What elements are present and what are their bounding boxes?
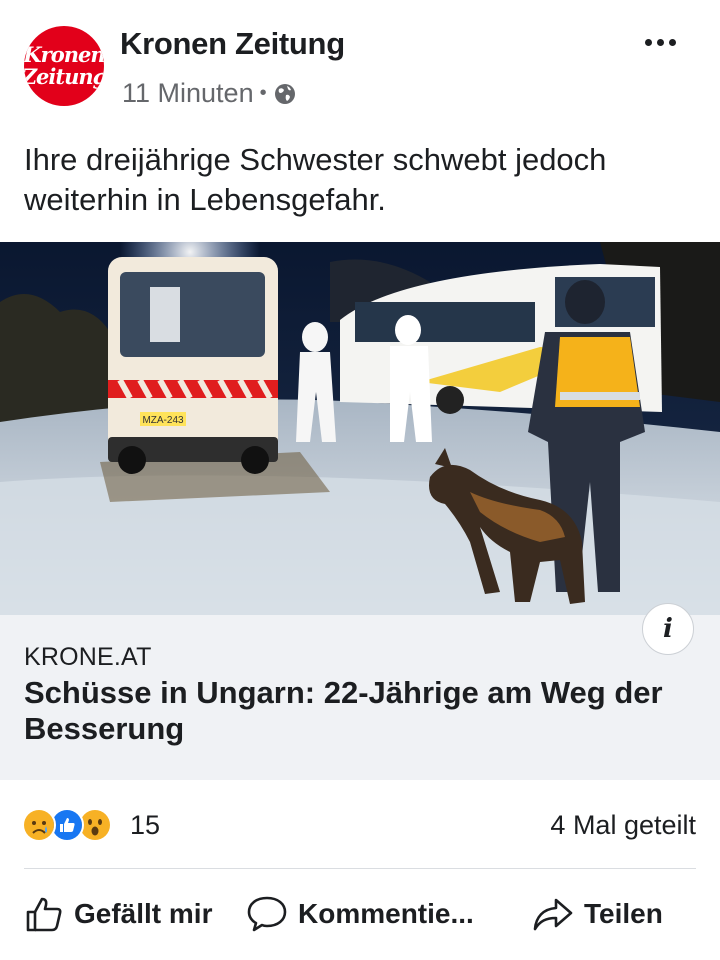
globe-icon [273,82,297,106]
reactions-bar: 15 4 Mal geteilt [0,780,720,870]
share-arrow-icon [532,894,574,934]
comment-icon [246,894,288,934]
thumbs-up-icon [24,894,64,934]
page-name[interactable]: Kronen Zeitung [120,26,345,62]
meta-separator: • [259,82,267,104]
share-button-label: Teilen [584,898,663,929]
post-meta: 11 Minuten • [122,78,297,109]
share-button[interactable]: Teilen [532,892,663,936]
van-license-plate: MZA-243 [142,415,184,426]
like-button-label: Gefällt mir [74,898,213,929]
action-bar: Gefällt mir Kommentie... Teilen [0,870,720,960]
reaction-count[interactable]: 15 [130,810,160,841]
more-options-icon[interactable] [636,22,684,62]
link-preview-card[interactable]: i KRONE.AT Schüsse in Ungarn: 22-Jährige… [0,603,720,780]
comment-button[interactable]: Kommentie... [246,892,474,936]
page-avatar[interactable]: Kronen Zeitung [24,26,104,106]
link-domain: KRONE.AT [24,643,152,671]
sad-reaction-icon [22,808,56,842]
divider [24,868,696,869]
link-title[interactable]: Schüsse in Ungarn: 22-Jährige am Weg der… [24,675,704,747]
post-timestamp[interactable]: 11 Minuten [122,78,254,109]
post-text: Ihre dreijährige Schwester schwebt jedoc… [24,142,607,217]
avatar-text-line2: Zeitung [24,64,104,89]
link-preview-image[interactable]: MZA-243 [0,242,720,615]
comment-button-label: Kommentie... [298,898,474,929]
avatar-text-line1: Kronen [24,42,104,67]
post-header: Kronen Zeitung Kronen Zeitung 11 Minuten… [0,0,720,130]
share-count[interactable]: 4 Mal geteilt [550,810,696,841]
like-button[interactable]: Gefällt mir [24,892,212,936]
reaction-icons[interactable] [22,808,112,842]
info-icon[interactable]: i [642,603,694,655]
